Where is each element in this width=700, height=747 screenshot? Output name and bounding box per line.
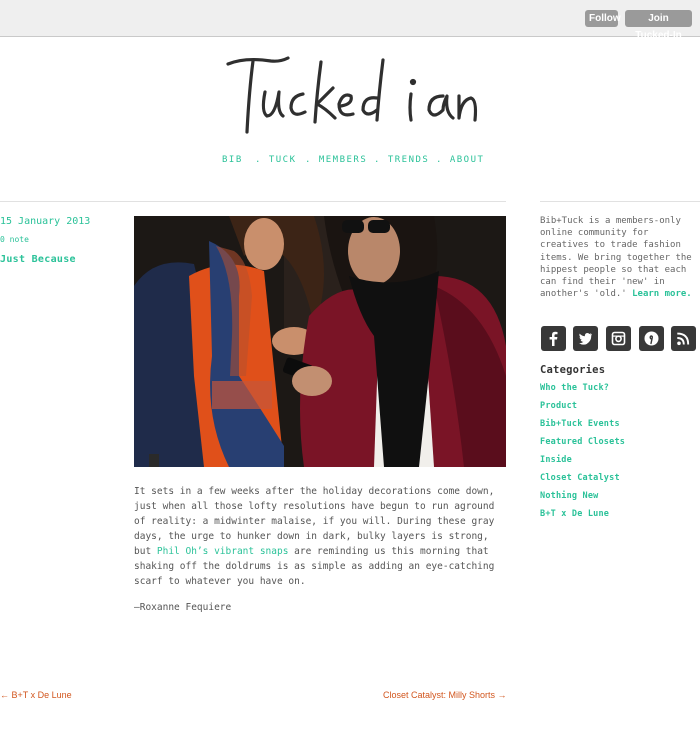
post-notes[interactable]: 0 note xyxy=(0,235,29,244)
follow-button[interactable]: Follow xyxy=(585,10,621,27)
pinterest-icon[interactable] xyxy=(639,326,664,351)
join-button[interactable]: Join Tucked-In xyxy=(625,10,692,41)
twitter-icon[interactable] xyxy=(573,326,598,351)
category-link[interactable]: Who the Tuck? xyxy=(540,383,609,393)
category-link[interactable]: Featured Closets xyxy=(540,437,625,447)
prev-post-link[interactable]: ← B+T x De Lune xyxy=(0,690,72,700)
facebook-icon[interactable] xyxy=(541,326,566,351)
nav-about[interactable]: . ABOUT xyxy=(436,155,484,165)
post-body: It sets in a few weeks after the holiday… xyxy=(134,484,510,589)
about-text: Bib+Tuck is a members-only online commun… xyxy=(540,216,692,300)
logo-script xyxy=(226,56,478,134)
next-post-link[interactable]: Closet Catalyst: Milly Shorts → xyxy=(383,690,507,700)
post-signature: —Roxanne Fequiere xyxy=(134,602,232,613)
top-bar: Follow Join Tucked-In xyxy=(0,0,700,41)
nav-bib[interactable]: BIB xyxy=(222,155,243,165)
post-photo xyxy=(134,216,506,467)
categories-heading: Categories xyxy=(540,364,606,376)
category-link[interactable]: Inside xyxy=(540,455,572,465)
nav-members[interactable]: . MEMBERS xyxy=(305,155,367,165)
content-divider xyxy=(0,201,506,202)
post-date[interactable]: 15 January 2013 xyxy=(0,216,90,227)
category-link[interactable]: Nothing New xyxy=(540,491,599,501)
category-link[interactable]: B+T x De Lune xyxy=(540,509,609,519)
learn-more-link[interactable]: Learn more. xyxy=(632,289,692,299)
post-title[interactable]: Just Because xyxy=(0,254,76,265)
nav-tuck[interactable]: . TUCK xyxy=(255,155,297,165)
category-link[interactable]: Product xyxy=(540,401,577,411)
instagram-icon[interactable] xyxy=(606,326,631,351)
site-logo[interactable] xyxy=(225,52,480,140)
sidebar-divider xyxy=(540,201,700,202)
nav-trends[interactable]: . TRENDS xyxy=(374,155,429,165)
main-nav: BIB . TUCK . MEMBERS . TRENDS . ABOUT xyxy=(0,155,700,169)
sidebar-about: Bib+Tuck is a members-only online commun… xyxy=(540,215,700,300)
rss-icon[interactable] xyxy=(671,326,696,351)
category-link[interactable]: Closet Catalyst xyxy=(540,473,620,483)
category-link[interactable]: Bib+Tuck Events xyxy=(540,419,620,429)
post-body-link[interactable]: Phil Oh’s vibrant snaps xyxy=(157,546,289,557)
